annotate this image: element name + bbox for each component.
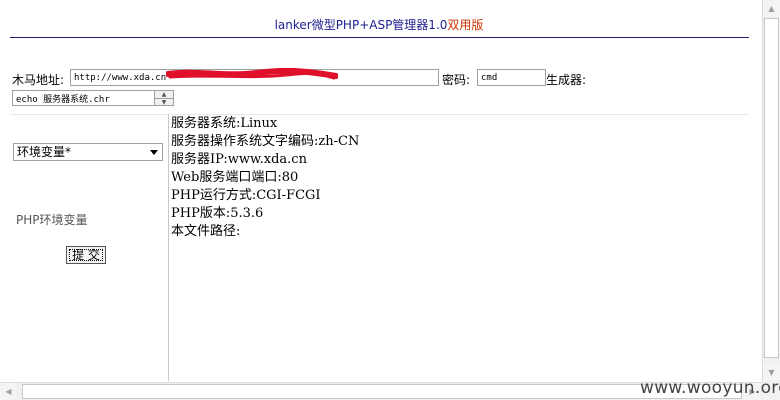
title-divider: [10, 37, 749, 38]
control-panel: 环境变量* PHP环境变量 提 交: [10, 114, 168, 382]
function-select[interactable]: 环境变量*: [13, 143, 163, 161]
output-line: 本文件路径:: [171, 224, 241, 239]
output-line: PHP运行方式:CGI-FCGI: [171, 188, 321, 203]
vertical-scroll-thumb[interactable]: [764, 18, 779, 358]
spinner-up-icon[interactable]: ▲: [155, 91, 173, 99]
chevron-down-icon[interactable]: [150, 150, 158, 155]
app-edition: 双用版: [447, 18, 484, 32]
generator-label: 生成器:: [546, 73, 587, 87]
url-label: 木马地址:: [12, 73, 65, 87]
app-title-text: lanker微型PHP+ASP管理器1.0: [274, 18, 448, 32]
function-select-value: 环境变量*: [17, 145, 72, 159]
watermark: www.wooyun.org: [640, 378, 780, 398]
horizontal-scroll-thumb[interactable]: [22, 384, 742, 399]
page: lanker微型PHP+ASP管理器1.0双用版 木马地址: 密码: 生成器: …: [0, 0, 762, 382]
app-title: lanker微型PHP+ASP管理器1.0双用版: [0, 16, 758, 33]
action-label: PHP环境变量: [16, 213, 88, 227]
output-panel: 服务器系统:Linux 服务器操作系统文字编码:zh-CN 服务器IP:www.…: [168, 114, 749, 381]
output-line: 服务器系统:Linux: [171, 116, 278, 131]
output-line: 服务器操作系统文字编码:zh-CN: [171, 134, 360, 149]
vertical-scrollbar[interactable]: ▲ ▼: [762, 0, 780, 382]
password-input[interactable]: [477, 69, 546, 86]
submit-button[interactable]: 提 交: [66, 246, 106, 264]
spinner-down-icon[interactable]: ▼: [155, 99, 173, 106]
scroll-up-icon[interactable]: ▲: [763, 0, 780, 17]
url-input[interactable]: [70, 69, 439, 86]
command-input[interactable]: [12, 90, 155, 106]
output-line: Web服务端口端口:80: [171, 170, 299, 185]
password-label: 密码:: [442, 73, 471, 87]
output-line: 服务器IP:www.xda.cn: [171, 152, 307, 167]
output-line: PHP版本:5.3.6: [171, 206, 264, 221]
command-spinner[interactable]: ▲ ▼: [154, 90, 174, 106]
scroll-left-icon[interactable]: ◀: [0, 383, 17, 400]
